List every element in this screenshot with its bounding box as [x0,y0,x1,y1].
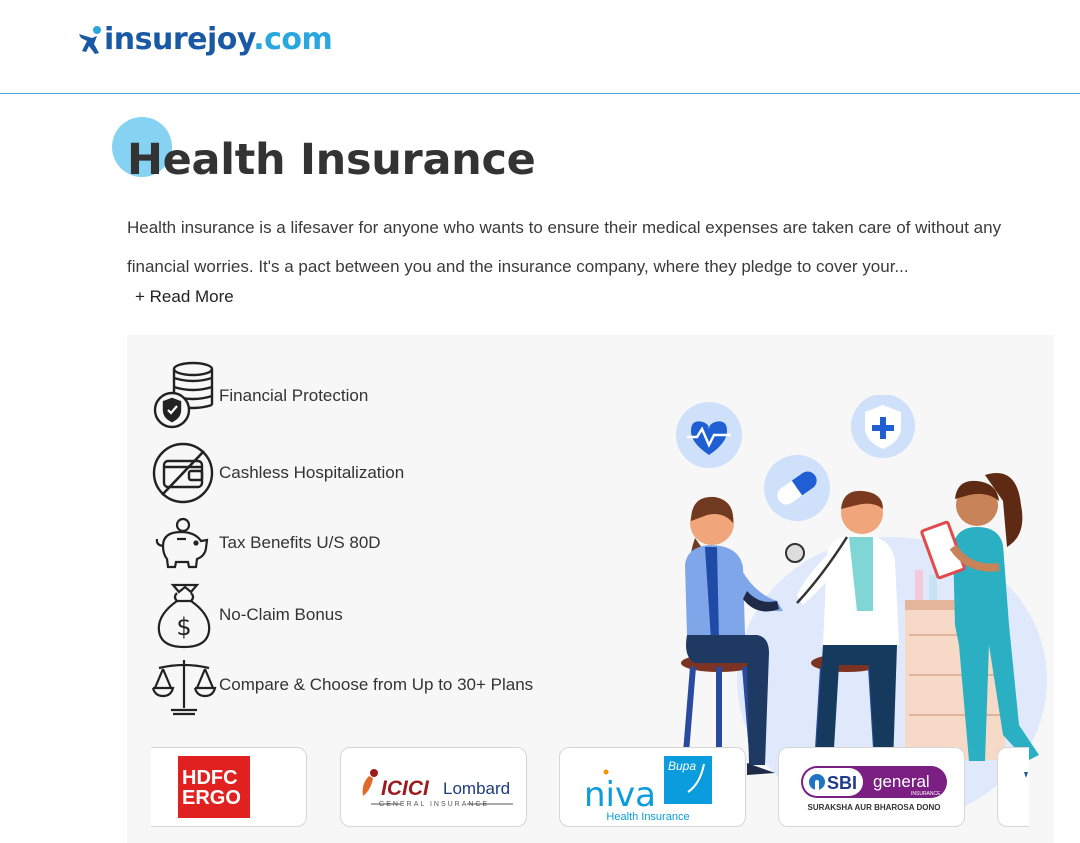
balance-scale-icon [151,648,217,722]
read-more-link[interactable]: + Read More [135,285,234,309]
svg-text:$: $ [176,613,191,641]
insurer-logo-carousel[interactable]: HDFC ERGO ICICI Lombard GENERAL INSURANC… [151,745,1029,831]
feature-cashless-hospitalization: Cashless Hospitalization [151,436,404,510]
insurer-card-sbi-general[interactable]: SBI general INSURANCE SURAKSHA AUR BHARO… [778,747,965,827]
logo-wordmark: insurejoy.com [104,18,333,62]
general-text: general [873,772,930,791]
icici-tagline: GENERAL INSURANCE [379,801,489,808]
feature-tax-benefits: Tax Benefits U/S 80D [151,506,381,580]
feature-label: No-Claim Bonus [219,605,343,624]
icici-text: ICICI [381,777,430,800]
hdfc-text: HDFC [182,767,238,789]
site-header: insurejoy.com [0,0,1080,94]
niva-tagline: Health Insurance [606,811,689,823]
insurer-card-icici-lombard[interactable]: ICICI Lombard GENERAL INSURANCE [340,747,527,827]
sbi-text: SBI [827,773,857,793]
page-title: Health Insurance [127,135,536,185]
coins-shield-icon [151,359,217,433]
icici-lombard-logo: ICICI Lombard GENERAL INSURANCE [362,769,513,808]
logo-tld: .com [253,22,333,57]
feature-label: Financial Protection [219,386,369,405]
insurejoy-logo[interactable]: insurejoy.com [78,18,333,62]
sbi-general-logo: SBI general INSURANCE SURAKSHA AUR BHARO… [801,766,947,812]
lombard-text: Lombard [443,779,510,798]
no-wallet-icon [151,436,217,510]
benefits-panel: Financial Protection Cashless Hospitaliz… [127,335,1054,843]
feature-no-claim-bonus: $ No-Claim Bonus [151,578,343,652]
intro-paragraph: Health insurance is a lifesaver for anyo… [127,218,1002,276]
money-bag-icon: $ [151,578,217,652]
bupa-text: Bupa [668,759,696,773]
sbi-tagline: SURAKSHA AUR BHAROSA DONO [808,803,941,812]
feature-compare-plans: Compare & Choose from Up to 30+ Plans [151,648,533,722]
feature-label: Tax Benefits U/S 80D [219,533,381,552]
feature-label: Compare & Choose from Up to 30+ Plans [219,675,534,694]
insurer-card-niva-bupa[interactable]: niva Bupa Health Insurance [559,747,746,827]
hdfc-ergo-logo: HDFC ERGO [178,756,250,818]
feature-financial-protection: Financial Protection [151,359,368,433]
logo-brand: insurejoy [104,22,254,57]
insurer-card-partial[interactable] [997,747,1029,827]
jumping-person-icon [79,26,101,54]
niva-bupa-logo: niva Bupa Health Insurance [584,756,712,823]
insurer-card-hdfc-ergo[interactable]: HDFC ERGO [151,747,307,827]
piggy-bank-icon [151,506,217,580]
sbi-insurance-text: INSURANCE [911,791,941,797]
partial-insurer-logo [1024,772,1028,778]
niva-text: niva [584,775,656,815]
ergo-text: ERGO [182,787,241,809]
feature-label: Cashless Hospitalization [219,463,405,482]
